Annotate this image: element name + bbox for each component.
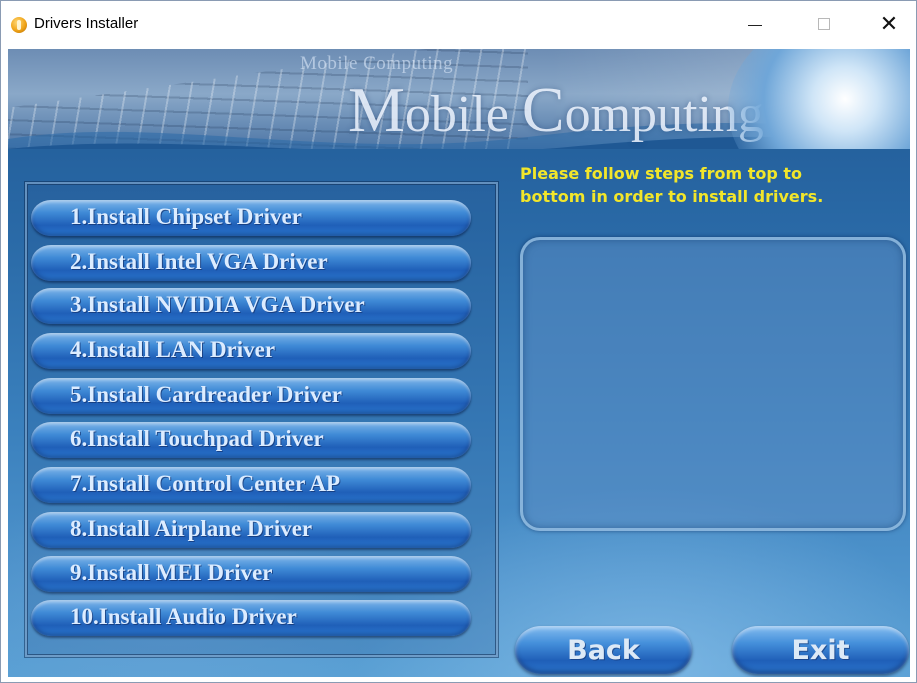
install-chipset-driver-button[interactable]: 1.Install Chipset Driver — [31, 200, 471, 236]
driver-button-label: 4.Install LAN Driver — [70, 337, 276, 362]
banner-title-cap-m: M — [348, 74, 405, 145]
install-airplane-driver-button[interactable]: 8.Install Airplane Driver — [31, 512, 471, 548]
install-lan-driver-button[interactable]: 4.Install LAN Driver — [31, 333, 471, 369]
banner-title-part1: obile — [404, 86, 522, 143]
install-intel-vga-driver-button[interactable]: 2.Install Intel VGA Driver — [31, 245, 471, 281]
back-button-label: Back — [567, 634, 640, 666]
driver-button-label: 9.Install MEI Driver — [70, 560, 273, 585]
install-touchpad-driver-button[interactable]: 6.Install Touchpad Driver — [31, 422, 471, 458]
maximize-button[interactable] — [801, 1, 847, 47]
install-mei-driver-button[interactable]: 9.Install MEI Driver — [31, 556, 471, 592]
install-control-center-ap-button[interactable]: 7.Install Control Center AP — [31, 467, 471, 503]
banner-title-part2: omputing — [564, 86, 764, 143]
maximize-icon — [818, 18, 830, 30]
driver-button-label: 5.Install Cardreader Driver — [70, 382, 342, 407]
driver-button-label: 10.Install Audio Driver — [70, 604, 297, 629]
back-button[interactable]: Back — [515, 626, 692, 674]
install-cardreader-driver-button[interactable]: 5.Install Cardreader Driver — [31, 378, 471, 414]
driver-button-label: 3.Install NVIDIA VGA Driver — [70, 292, 365, 317]
installer-client-area: Mobile Computing Mobile Computing 1.Inst… — [8, 49, 910, 677]
driver-button-label: 1.Install Chipset Driver — [70, 204, 302, 229]
driver-button-label: 7.Install Control Center AP — [70, 471, 341, 496]
banner-image: Mobile Computing Mobile Computing — [8, 49, 910, 149]
instructions-line-2: bottom in order to install drivers. — [520, 187, 824, 206]
window-title: Drivers Installer — [34, 15, 139, 32]
exit-button[interactable]: Exit — [732, 626, 909, 674]
minimize-button[interactable] — [732, 1, 778, 47]
close-button[interactable]: ✕ — [866, 1, 912, 47]
instructions-line-1: Please follow steps from top to — [520, 164, 803, 183]
title-bar[interactable]: Drivers Installer ✕ — [1, 1, 916, 47]
app-icon — [11, 17, 27, 33]
banner-small-text: Mobile Computing — [300, 53, 454, 74]
driver-button-label: 6.Install Touchpad Driver — [70, 426, 324, 451]
minimize-icon — [748, 24, 762, 26]
drivers-installer-window: Drivers Installer ✕ Mobile Computing Mob… — [0, 0, 917, 683]
close-icon: ✕ — [879, 11, 899, 36]
banner-title: Mobile Computing — [348, 73, 764, 147]
driver-button-label: 2.Install Intel VGA Driver — [70, 249, 328, 274]
driver-info-box — [520, 237, 906, 531]
install-audio-driver-button[interactable]: 10.Install Audio Driver — [31, 600, 471, 636]
driver-button-label: 8.Install Airplane Driver — [70, 516, 313, 541]
banner-title-cap-c: C — [521, 74, 565, 145]
exit-button-label: Exit — [791, 634, 850, 666]
install-nvidia-vga-driver-button[interactable]: 3.Install NVIDIA VGA Driver — [31, 288, 471, 324]
instructions-text: Please follow steps from top to bottom i… — [520, 162, 910, 208]
